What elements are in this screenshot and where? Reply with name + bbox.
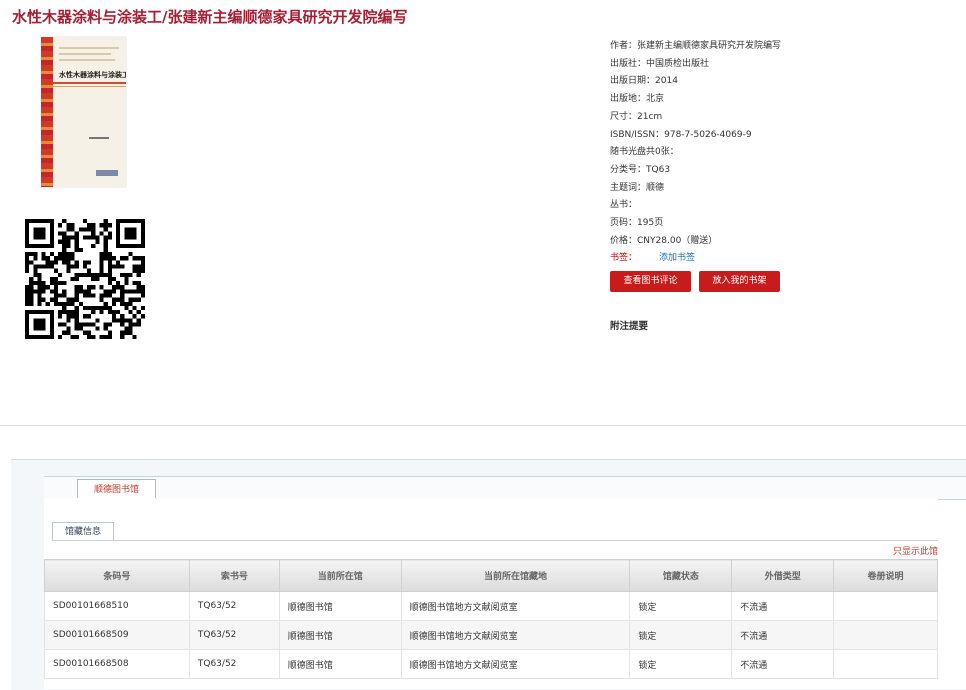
notes-heading: 附注提要 [610, 321, 649, 332]
meta-label: 作者： [610, 41, 638, 51]
table-cell: TQ63/52 [188, 620, 280, 650]
meta-row: 页码：195页 [610, 215, 950, 233]
meta-row: 价格：CNY28.00（赠送） [610, 233, 950, 251]
only-this-library-link[interactable]: 只显示此馆 [893, 544, 938, 557]
holdings-table: 条码号 索书号 当前所在馆 当前所在馆藏地 馆藏状态 外借类型 卷册说明 SD0010166… [44, 559, 938, 679]
table-cell: 锁定 [629, 591, 733, 621]
tab-holdings-info[interactable]: 馆藏信息 [52, 522, 114, 541]
table-cell [833, 620, 938, 650]
meta-value: 张建新主编顺德家具研究开发院编写 [637, 41, 782, 51]
table-cell: 顺德图书馆地方文献阅览室 [400, 591, 631, 621]
meta-value: CNY28.00（赠送） [637, 235, 718, 246]
table-cell: 顺德图书馆 [278, 649, 402, 679]
meta-value: 21cm [637, 111, 663, 122]
table-cell: 不流通 [731, 591, 835, 621]
tags-row: 书签： 添加书签 [610, 250, 950, 268]
meta-label: 随书光盘共0张： [610, 147, 679, 158]
meta-value: TQ63 [646, 164, 671, 175]
meta-label: 出版日期： [610, 76, 656, 87]
meta-label: ISBN/ISSN： [610, 129, 665, 140]
meta-label: 出版地： [610, 94, 647, 105]
column-header[interactable]: 条码号 [44, 559, 190, 592]
meta-value: 北京 [646, 94, 665, 105]
column-header[interactable]: 当前所在馆 [278, 559, 402, 592]
table-cell [833, 649, 938, 679]
column-header[interactable]: 卷册说明 [833, 559, 938, 592]
column-header[interactable]: 索书号 [188, 559, 280, 592]
divider [0, 425, 966, 426]
table-cell: SD00101668508 [44, 649, 190, 679]
meta-row: 出版社：中国质检出版社 [610, 56, 950, 74]
meta-label: 丛书： [610, 200, 638, 211]
meta-label: 价格： [610, 235, 638, 246]
table-header-row: 条码号 索书号 当前所在馆 当前所在馆藏地 馆藏状态 外借类型 卷册说明 [44, 559, 938, 592]
add-to-shelf-button[interactable]: 放入我的书架 [699, 271, 780, 292]
table-cell: TQ63/52 [188, 591, 280, 621]
page-title: 水性木器涂料与涂装工/张建新主编顺德家具研究开发院编写 [12, 8, 408, 26]
table-cell: 顺德图书馆地方文献阅览室 [400, 620, 631, 650]
meta-row: ISBN/ISSN：978-7-5026-4069-9 [610, 127, 950, 145]
meta-row: 分类号：TQ63 [610, 162, 950, 180]
column-header[interactable]: 馆藏状态 [629, 559, 733, 592]
table-cell: 不流通 [731, 649, 835, 679]
meta-row: 出版地：北京 [610, 91, 950, 109]
meta-value: 中国质检出版社 [646, 58, 710, 69]
meta-row: 出版日期：2014 [610, 73, 950, 91]
table-cell: 锁定 [629, 649, 733, 679]
table-row: SD00101668510 TQ63/52 顺德图书馆 顺德图书馆地方文献阅览室 锁定不… [44, 591, 938, 621]
book-cover-image: 水性木器涂料与涂装工 [41, 37, 126, 187]
add-tag-link[interactable]: 添加书签 [659, 253, 695, 263]
meta-value: 2014 [655, 76, 678, 87]
meta-row: 丛书： [610, 197, 950, 215]
table-cell [833, 591, 938, 621]
table-cell: 顺德图书馆 [278, 620, 402, 650]
meta-row: 尺寸：21cm [610, 109, 950, 127]
qr-code-icon [25, 219, 145, 339]
book-metadata: 作者：张建新主编顺德家具研究开发院编写 出版社：中国质检出版社 出版日期：2014 出… [610, 38, 950, 268]
meta-value: 顺德 [646, 182, 665, 193]
meta-label: 主题词： [610, 182, 647, 193]
table-row: SD00101668509 TQ63/52 顺德图书馆 顺德图书馆地方文献阅览室 锁定不… [44, 620, 938, 650]
table-cell: TQ63/52 [188, 649, 280, 679]
meta-label: 页码： [610, 218, 638, 229]
meta-row: 主题词：顺德 [610, 180, 950, 198]
table-cell: SD00101668510 [44, 591, 190, 621]
meta-value: 978-7-5026-4069-9 [664, 129, 752, 140]
table-cell: 顺德图书馆地方文献阅览室 [400, 649, 631, 679]
tab-library[interactable]: 顺德图书馆 [77, 479, 156, 500]
table-cell: 顺德图书馆 [278, 591, 402, 621]
library-tab-bar [44, 476, 966, 500]
meta-label: 分类号： [610, 164, 647, 175]
table-cell: 锁定 [629, 620, 733, 650]
meta-label: 出版社： [610, 58, 647, 69]
cover-title: 水性木器涂料与涂装工 [59, 71, 126, 79]
table-cell: 不流通 [731, 620, 835, 650]
meta-label: 尺寸： [610, 111, 638, 122]
column-header[interactable]: 外借类型 [731, 559, 835, 592]
table-cell: SD00101668509 [44, 620, 190, 650]
meta-row: 作者：张建新主编顺德家具研究开发院编写 [610, 38, 950, 56]
meta-row: 随书光盘共0张： [610, 144, 950, 162]
meta-value: 195页 [637, 218, 664, 229]
column-header[interactable]: 当前所在馆藏地 [400, 559, 631, 592]
table-row: SD00101668508 TQ63/52 顺德图书馆 顺德图书馆地方文献阅览室 锁定不… [44, 649, 938, 679]
tags-label: 书签： [610, 253, 638, 264]
view-reviews-button[interactable]: 查看图书评论 [610, 271, 691, 292]
